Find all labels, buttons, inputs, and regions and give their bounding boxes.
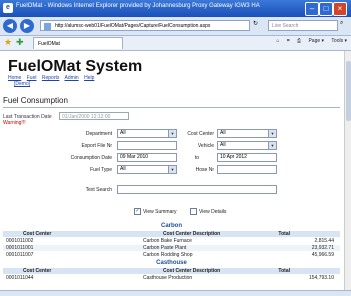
tools-menu[interactable]: Tools ▾: [331, 38, 347, 44]
view-details-toggle[interactable]: View Details: [190, 208, 226, 215]
close-button[interactable]: ×: [333, 2, 347, 16]
tab-bar: ★ ✚ FuelOMat ⌂ ⌗ ⎙ Page ▾ Tools ▾: [0, 36, 351, 51]
table-row: 0001011002 Carbon Bake Furnace 2,815.44: [3, 238, 340, 244]
col-total: Total: [278, 231, 290, 237]
col-cost-center: Cost Center: [23, 268, 52, 274]
page-icon: [44, 23, 51, 30]
view-details-label: View Details: [199, 208, 227, 215]
view-summary-toggle[interactable]: ✓ View Summary: [134, 208, 177, 215]
cost-center-label: Cost Center: [187, 131, 214, 137]
date-to-input[interactable]: 10 Apr 2012: [217, 153, 277, 162]
scrollbar-thumb[interactable]: [346, 61, 351, 121]
chevron-down-icon: ▼: [168, 166, 176, 173]
app-title: FuelOMat System: [8, 58, 143, 75]
hose-input[interactable]: [217, 165, 277, 174]
export-file-input[interactable]: [117, 141, 177, 150]
home-icon[interactable]: ⌂: [276, 38, 279, 44]
page-content: FuelOMat System Home Fuel Reports Admin …: [0, 51, 344, 290]
page-menu[interactable]: Page ▾: [308, 38, 324, 44]
cell-description: Casthouse Production: [143, 275, 193, 281]
fuel-type-label: Fuel Type: [90, 167, 112, 173]
cell-cost-center: 0001011007: [6, 252, 34, 258]
tab-fuelomat[interactable]: FuelOMat: [33, 37, 123, 49]
favorites-star-icon[interactable]: ★: [4, 37, 12, 48]
window-title: FuelOMat - Windows Internet Explorer pro…: [16, 3, 260, 9]
menu-reports[interactable]: Reports: [42, 75, 60, 81]
warning-text: Warning!!!: [3, 120, 26, 126]
hose-label: Hose Nr: [195, 167, 214, 173]
add-favorites-icon[interactable]: ✚: [16, 37, 24, 48]
vertical-scrollbar[interactable]: [344, 51, 351, 290]
consumption-date-label: Consumption Date: [70, 155, 112, 161]
status-bar: [0, 290, 351, 296]
last-transaction-field: 01/Jan/2000 12:12:00: [59, 112, 129, 120]
address-bar: ◀ ▶ http://alumsc-web01/FuelOMat/Pages/C…: [0, 17, 351, 36]
export-file-label: Export File Nr: [81, 143, 112, 149]
ie-icon: e: [3, 3, 13, 13]
demo-link[interactable]: [Demo]: [14, 81, 30, 87]
department-value: All: [120, 130, 126, 136]
group-header-casthouse: Casthouse: [156, 260, 187, 266]
url-field[interactable]: http://alumsc-web01/FuelOMat/Pages/Captu…: [40, 20, 250, 31]
feeds-icon[interactable]: ⌗: [287, 38, 290, 44]
col-total: Total: [278, 268, 290, 274]
table-header: Cost Center Cost Center Description Tota…: [3, 268, 340, 274]
cell-cost-center: 0001011044: [6, 275, 34, 281]
cell-cost-center: 0001011002: [6, 238, 34, 244]
department-label: Department: [85, 131, 112, 137]
refresh-icon[interactable]: ↻: [253, 20, 258, 27]
back-button[interactable]: ◀: [3, 19, 17, 33]
department-select[interactable]: All ▼: [117, 129, 177, 138]
cell-total: 154,793.10: [308, 275, 334, 281]
col-description: Cost Center Description: [163, 231, 221, 237]
page-heading: Fuel Consumption: [3, 96, 68, 105]
fuel-type-value: All: [120, 166, 126, 172]
heading-divider: [3, 107, 340, 108]
view-summary-label: View Summary: [143, 208, 177, 215]
cell-total: 2,815.44: [314, 238, 334, 244]
cell-description: Carbon Paste Plant: [143, 245, 187, 251]
cell-total: 45,966.59: [311, 252, 334, 258]
text-search-input[interactable]: [117, 185, 277, 194]
table-row: 0001011044 Casthouse Production 154,793.…: [3, 275, 340, 281]
table-row: 0001011007 Carbon Rodding Shop 45,966.59: [3, 252, 340, 258]
chevron-down-icon: ▼: [268, 142, 276, 149]
url-text: http://alumsc-web01/FuelOMat/Pages/Captu…: [55, 23, 211, 29]
view-details-checkbox[interactable]: [190, 208, 197, 215]
table-row: 0001011001 Carbon Paste Plant 23,932.71: [3, 245, 340, 251]
view-summary-checkbox[interactable]: ✓: [134, 208, 141, 215]
to-label: to: [194, 155, 200, 161]
vehicle-select[interactable]: All ▼: [217, 141, 277, 150]
cell-description: Carbon Bake Furnace: [143, 238, 192, 244]
cell-total: 23,932.71: [311, 245, 334, 251]
col-description: Cost Center Description: [163, 268, 221, 274]
col-cost-center: Cost Center: [23, 231, 52, 237]
fuel-type-select[interactable]: All ▼: [117, 165, 177, 174]
cost-center-select[interactable]: All ▼: [217, 129, 277, 138]
maximize-button[interactable]: □: [319, 2, 333, 16]
cell-cost-center: 0001011001: [6, 245, 34, 251]
date-from-input[interactable]: 09 Mar 2010: [117, 153, 177, 162]
chevron-down-icon: ▼: [268, 130, 276, 137]
print-icon[interactable]: ⎙: [297, 38, 301, 44]
chevron-down-icon: ▼: [168, 130, 176, 137]
table-header: Cost Center Cost Center Description Tota…: [3, 231, 340, 237]
cell-description: Carbon Rodding Shop: [143, 252, 193, 258]
command-bar: ⌂ ⌗ ⎙ Page ▾ Tools ▾: [270, 38, 347, 44]
forward-button[interactable]: ▶: [20, 19, 34, 33]
window-titlebar: e FuelOMat - Windows Internet Explorer p…: [0, 0, 351, 17]
menu-admin[interactable]: Admin: [65, 75, 79, 81]
search-icon[interactable]: ⌕: [340, 20, 343, 27]
group-header-carbon: Carbon: [161, 223, 182, 229]
vehicle-value: All: [220, 142, 226, 148]
cost-center-value: All: [220, 130, 226, 136]
vehicle-label: Vehicle: [197, 143, 214, 149]
menu-help[interactable]: Help: [84, 75, 94, 81]
minimize-button[interactable]: –: [305, 2, 319, 16]
search-input[interactable]: Live Search: [268, 20, 338, 31]
text-search-label: Text Search: [85, 187, 112, 193]
